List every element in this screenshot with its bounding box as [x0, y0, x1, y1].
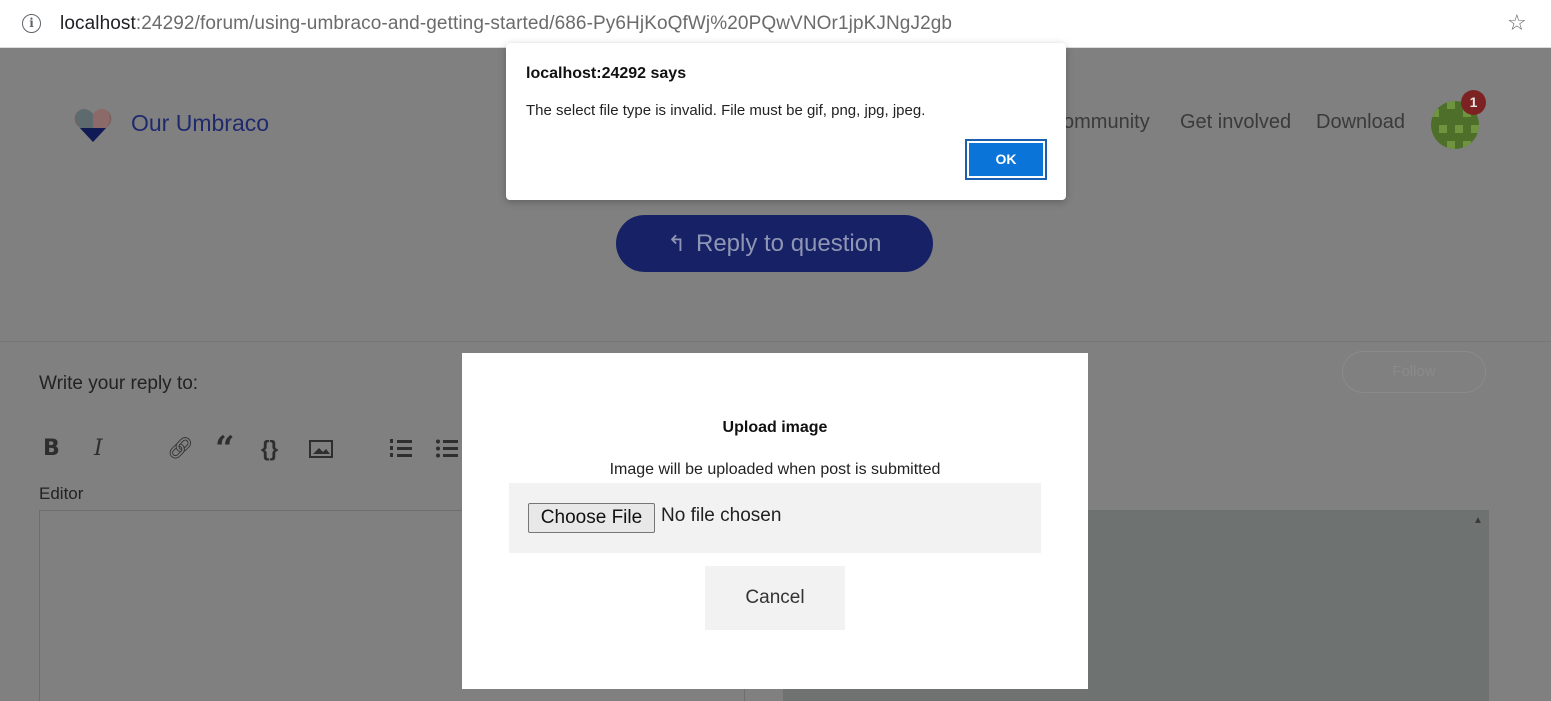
- ordered-list-icon[interactable]: [389, 433, 413, 465]
- bookmark-star-icon[interactable]: ☆: [1507, 10, 1527, 36]
- reply-arrow-icon: ↰: [667, 231, 686, 256]
- editor-label: Editor: [39, 484, 84, 503]
- url-host: localhost: [60, 13, 136, 34]
- umbraco-heart-logo-icon[interactable]: [74, 107, 112, 143]
- code-icon[interactable]: {}: [261, 433, 278, 465]
- write-reply-label: Write your reply to:: [39, 373, 199, 394]
- upload-image-modal: Upload image Image will be uploaded when…: [462, 353, 1088, 689]
- image-icon[interactable]: [309, 433, 333, 465]
- alert-title: localhost:24292 says: [526, 65, 687, 82]
- section-divider: [0, 341, 1551, 342]
- info-icon[interactable]: i: [22, 14, 41, 33]
- modal-title: Upload image: [722, 419, 828, 436]
- alert-ok-button[interactable]: OK: [965, 139, 1047, 180]
- link-icon[interactable]: 🔗︎: [167, 433, 194, 465]
- bullet-list-icon[interactable]: [435, 433, 459, 465]
- follow-button-label: Follow: [1392, 363, 1436, 380]
- file-input-area: Choose File No file chosen: [509, 483, 1041, 553]
- no-file-chosen-text: No file chosen: [661, 505, 782, 526]
- modal-subtitle: Image will be uploaded when post is subm…: [609, 461, 941, 478]
- address-bar[interactable]: i localhost:24292/forum/using-umbraco-an…: [0, 0, 1551, 48]
- nav-get-involved[interactable]: Get involved: [1180, 111, 1291, 134]
- italic-icon[interactable]: I: [94, 433, 103, 465]
- quote-icon[interactable]: “: [215, 432, 235, 466]
- brand-name[interactable]: Our Umbraco: [131, 110, 269, 137]
- scroll-up-icon[interactable]: ▲: [1473, 515, 1483, 526]
- nav-download[interactable]: Download: [1316, 111, 1405, 134]
- nav-community[interactable]: ommunity: [1063, 111, 1157, 134]
- follow-button[interactable]: Follow: [1342, 351, 1486, 393]
- bold-icon[interactable]: B: [43, 433, 60, 465]
- cancel-button[interactable]: Cancel: [705, 566, 845, 630]
- url-path: :24292/forum/using-umbraco-and-getting-s…: [135, 13, 953, 34]
- url-text[interactable]: localhost:24292/forum/using-umbraco-and-…: [60, 13, 952, 35]
- reply-to-question-button[interactable]: ↰ Reply to question: [616, 215, 933, 272]
- browser-alert-dialog: localhost:24292 says The select file typ…: [506, 43, 1066, 200]
- choose-file-button[interactable]: Choose File: [528, 503, 655, 533]
- alert-message: The select file type is invalid. File mu…: [526, 102, 926, 119]
- notification-badge[interactable]: 1: [1461, 90, 1486, 115]
- reply-button-label: Reply to question: [695, 230, 882, 257]
